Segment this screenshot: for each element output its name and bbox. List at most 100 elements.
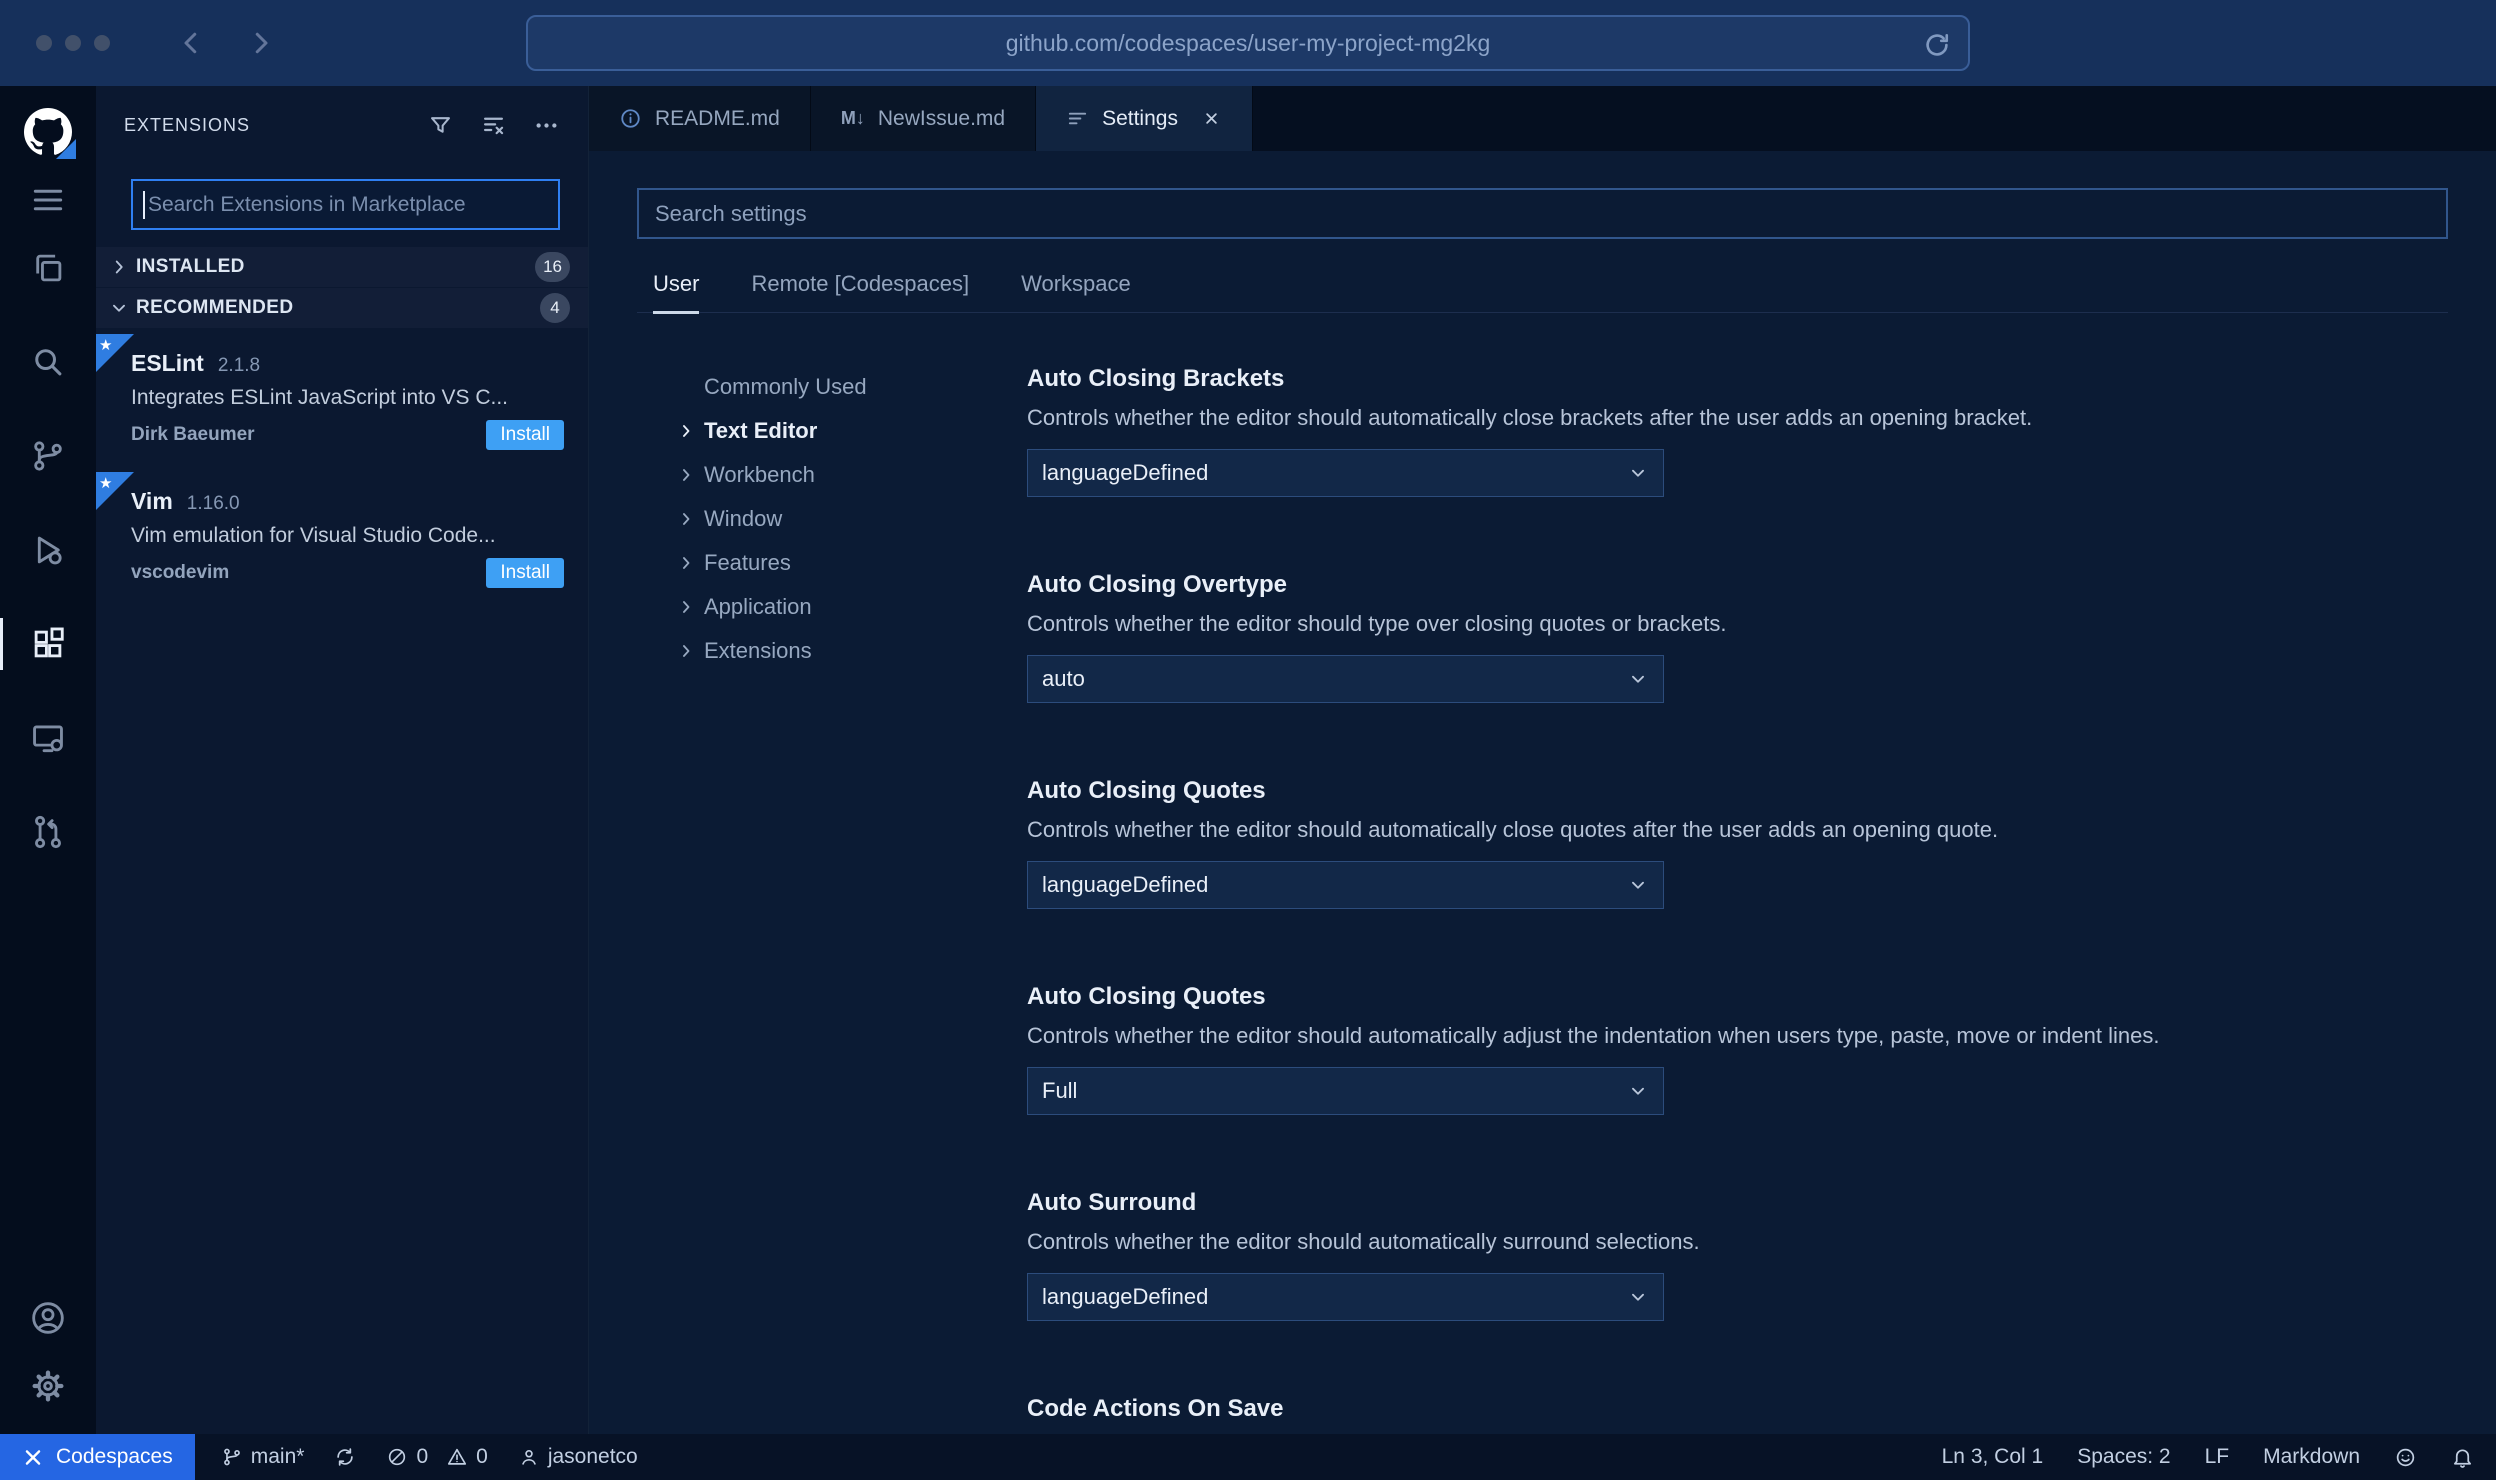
install-button[interactable]: Install [486, 420, 564, 450]
scope-tab-remote[interactable]: Remote [Codespaces] [751, 271, 969, 312]
notifications-bell-icon[interactable] [2451, 1446, 2474, 1469]
codespaces-icon [22, 1447, 44, 1468]
explorer-icon[interactable] [0, 234, 96, 302]
window-close-button[interactable] [36, 35, 52, 51]
feedback-icon[interactable] [2394, 1446, 2417, 1469]
window-maximize-button[interactable] [94, 35, 110, 51]
chevron-down-icon [1627, 462, 1649, 484]
setting-dropdown[interactable]: auto [1027, 655, 1664, 703]
toc-commonly-used[interactable]: Commonly Used [676, 365, 1027, 409]
more-actions-icon[interactable] [533, 112, 560, 139]
cursor-position[interactable]: Ln 3, Col 1 [1942, 1445, 2044, 1469]
extensions-search-box[interactable] [131, 179, 560, 230]
setting-auto-closing-brackets: Auto Closing Brackets Controls whether t… [1027, 365, 2448, 497]
remote-explorer-icon[interactable] [0, 704, 96, 772]
toc-workbench[interactable]: Workbench [676, 453, 1027, 497]
extensions-sidebar: EXTENSIONS Search Extensions in Marketpl… [96, 86, 589, 1434]
tab-readme[interactable]: README.md [589, 86, 811, 151]
forward-icon[interactable] [246, 28, 276, 58]
address-bar[interactable]: github.com/codespaces/user-my-project-mg… [526, 15, 1970, 71]
section-label: RECOMMENDED [136, 297, 294, 318]
toc-features[interactable]: Features [676, 541, 1027, 585]
browser-nav [176, 28, 276, 58]
install-button[interactable]: Install [486, 558, 564, 588]
setting-auto-closing-overtype: Auto Closing Overtype Controls whether t… [1027, 571, 2448, 703]
search-icon[interactable] [0, 328, 96, 396]
errors-count: 0 [416, 1445, 429, 1468]
setting-dropdown[interactable]: languageDefined [1027, 449, 1664, 497]
settings-gear-icon[interactable] [0, 1352, 96, 1420]
window-controls [36, 35, 110, 51]
eol-sequence[interactable]: LF [2205, 1445, 2230, 1469]
sidebar-title: EXTENSIONS [124, 115, 251, 135]
run-debug-icon[interactable] [0, 516, 96, 584]
indentation[interactable]: Spaces: 2 [2077, 1445, 2170, 1469]
setting-dropdown[interactable]: languageDefined [1027, 861, 1664, 909]
setting-description: Controls whether the editor should autom… [1027, 405, 2033, 430]
errors-icon [386, 1446, 408, 1468]
toc-application[interactable]: Application [676, 585, 1027, 629]
tab-settings[interactable]: Settings [1036, 86, 1253, 151]
toc-extensions[interactable]: Extensions [676, 629, 1027, 673]
toc-text-editor[interactable]: Text Editor [676, 409, 1027, 453]
tab-bar: README.md M↓ NewIssue.md Settings [589, 86, 2496, 151]
warnings-icon [446, 1446, 468, 1468]
chevron-right-icon [676, 597, 704, 617]
setting-description: Controls whether the editor should autom… [1027, 1023, 2160, 1048]
problems-status[interactable]: 0 0 [386, 1445, 488, 1469]
setting-dropdown[interactable]: languageDefined [1027, 1273, 1664, 1321]
activity-bar [0, 86, 96, 1434]
setting-description: Controls whether the editor should type … [1027, 611, 1727, 636]
sync-button[interactable] [334, 1446, 356, 1468]
menu-icon[interactable] [0, 166, 96, 234]
settings-scope-tabs: User Remote [Codespaces] Workspace [637, 271, 2448, 314]
setting-description: Controls whether the editor should autom… [1027, 817, 1999, 842]
close-tab-icon[interactable] [1201, 108, 1222, 129]
codespaces-label: Codespaces [56, 1445, 173, 1468]
chevron-right-icon [676, 465, 704, 485]
person-icon [518, 1446, 540, 1468]
setting-dropdown[interactable]: Full [1027, 1067, 1664, 1115]
extension-item-vim[interactable]: ★ Vim 1.16.0 Vim emulation for Visual St… [96, 472, 588, 604]
chevron-right-icon [676, 553, 704, 573]
github-logo [0, 98, 96, 166]
clear-filter-icon[interactable] [480, 112, 507, 139]
codespaces-status-button[interactable]: Codespaces [0, 1434, 195, 1480]
scope-tab-workspace[interactable]: Workspace [1021, 271, 1131, 312]
section-installed[interactable]: INSTALLED 16 [96, 246, 588, 287]
extension-version: 1.16.0 [186, 493, 240, 514]
chevron-down-icon [1627, 668, 1649, 690]
extension-item-eslint[interactable]: ★ ESLint 2.1.8 Integrates ESLint JavaScr… [96, 334, 588, 466]
settings-search-input[interactable] [637, 188, 2448, 239]
recommended-star-icon: ★ [96, 472, 134, 510]
markdown-icon: M↓ [840, 108, 865, 128]
chevron-down-icon [1627, 874, 1649, 896]
settings-editor-icon [1066, 107, 1089, 130]
source-control-icon[interactable] [0, 422, 96, 490]
extensions-search-input[interactable] [148, 192, 548, 217]
window-minimize-button[interactable] [65, 35, 81, 51]
user-status[interactable]: jasonetco [518, 1445, 638, 1469]
filter-icon[interactable] [427, 112, 454, 139]
extension-name: ESLint [131, 350, 204, 376]
pull-requests-icon[interactable] [0, 798, 96, 866]
toc-window[interactable]: Window [676, 497, 1027, 541]
account-icon[interactable] [0, 1284, 96, 1352]
scope-tab-user[interactable]: User [653, 271, 700, 314]
refresh-icon[interactable] [1922, 30, 1952, 60]
extensions-icon[interactable] [0, 610, 96, 678]
warnings-count: 0 [476, 1445, 488, 1468]
branch-status[interactable]: main* [221, 1445, 304, 1469]
back-icon[interactable] [176, 28, 206, 58]
extension-description: Integrates ESLint JavaScript into VS C..… [131, 386, 509, 409]
section-recommended[interactable]: RECOMMENDED 4 [96, 287, 588, 328]
section-label: INSTALLED [136, 256, 245, 277]
chevron-right-icon [676, 421, 704, 441]
tab-newissue[interactable]: M↓ NewIssue.md [810, 86, 1037, 151]
chevron-right-icon [676, 641, 704, 661]
app-body: EXTENSIONS Search Extensions in Marketpl… [0, 86, 2496, 1434]
setting-auto-closing-quotes: Auto Closing Quotes Controls whether the… [1027, 777, 2448, 909]
language-mode[interactable]: Markdown [2263, 1445, 2360, 1469]
chevron-down-icon [1627, 1286, 1649, 1308]
editor-area: README.md M↓ NewIssue.md Settings Search… [589, 86, 2496, 1434]
